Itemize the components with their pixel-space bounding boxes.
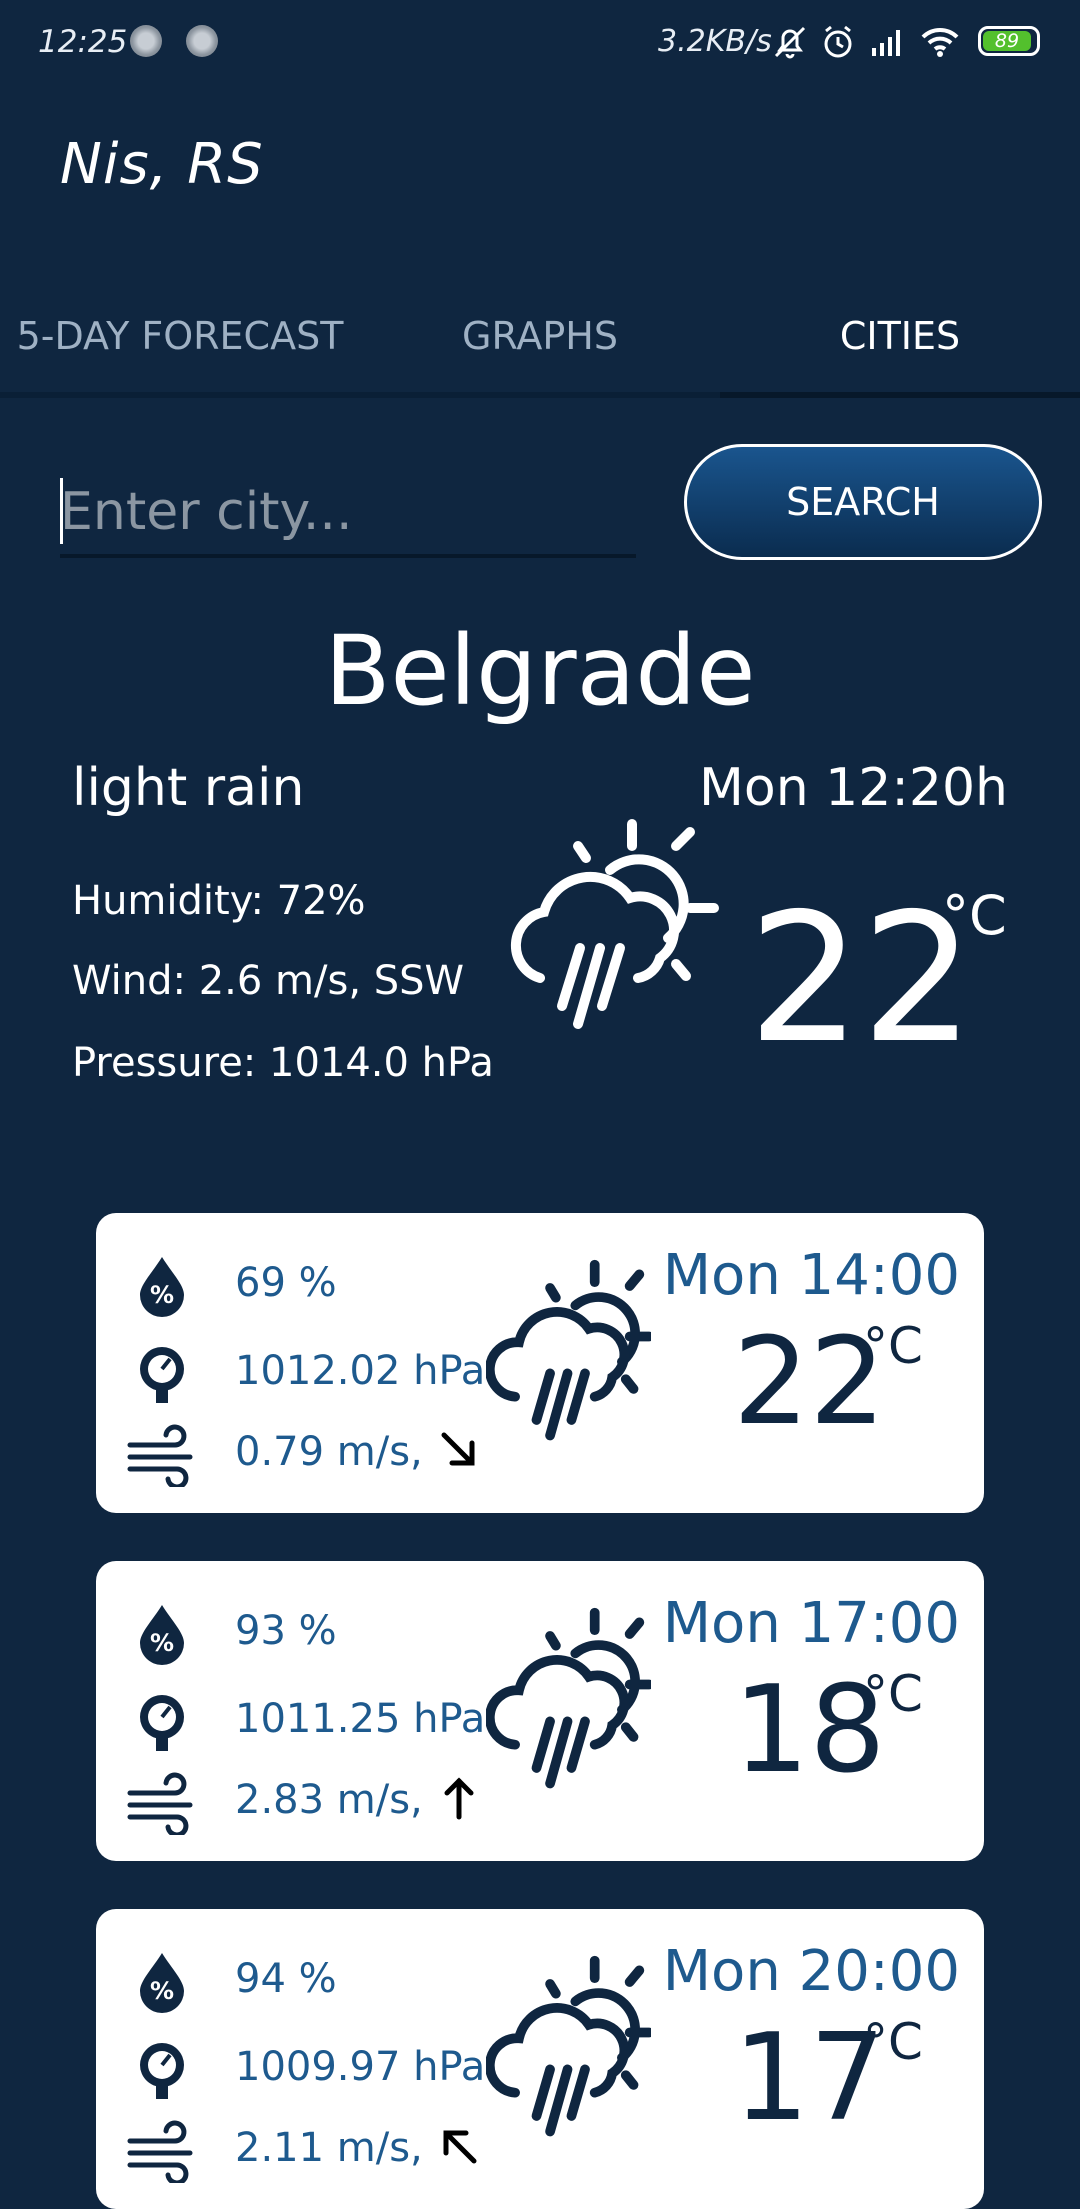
wifi-icon xyxy=(921,27,959,57)
forecast-wind: 0.79 m/s, xyxy=(235,1429,423,1475)
battery-level: 89 xyxy=(983,30,1031,52)
battery-icon: 89 xyxy=(978,26,1040,56)
current-temperature: 22 xyxy=(748,875,975,1082)
forecast-temperature-unit: °C xyxy=(863,1665,923,1723)
app-title: Nis, RS xyxy=(60,132,264,197)
forecast-wind: 2.11 m/s, xyxy=(235,2125,423,2171)
forecast-time: Mon 14:00 xyxy=(662,1243,960,1308)
forecast-pressure: 1011.25 hPa xyxy=(235,1696,486,1742)
forecast-temperature-unit: °C xyxy=(863,1317,923,1375)
alarm-icon xyxy=(824,25,852,58)
rain-sun-icon xyxy=(486,1955,651,2137)
rain-sun-icon xyxy=(486,1259,651,1441)
tab-graphs[interactable]: GRAPHS xyxy=(360,280,720,392)
svg-text:%: % xyxy=(150,1977,174,2005)
humidity-icon: % xyxy=(140,1953,184,2013)
forecast-card: % 94 % 1009.97 hPa 2.11 m/s, Mon 20:00 1… xyxy=(96,1909,984,2209)
forecast-time: Mon 17:00 xyxy=(662,1591,960,1656)
tab-bar: 5-DAY FORECAST GRAPHS CITIES xyxy=(0,280,1080,398)
temperature-unit: °C xyxy=(942,884,1007,947)
wind-label: Wind: 2.6 m/s, SSW xyxy=(72,958,465,1004)
pressure-label: Pressure: 1014.0 hPa xyxy=(72,1040,494,1086)
forecast-pressure: 1012.02 hPa xyxy=(235,1348,486,1394)
forecast-humidity: 69 % xyxy=(235,1260,337,1306)
pressure-gauge-icon xyxy=(140,1695,184,1751)
pressure-gauge-icon xyxy=(140,2043,184,2099)
rain-sun-icon xyxy=(510,819,719,1029)
svg-text:%: % xyxy=(150,1629,174,1657)
wind-icon xyxy=(127,1772,193,1835)
forecast-temperature-unit: °C xyxy=(863,2013,923,2071)
tab-cities[interactable]: CITIES xyxy=(720,280,1080,392)
tab-active-indicator xyxy=(720,392,1080,398)
wind-icon xyxy=(127,2120,193,2183)
rain-sun-icon xyxy=(486,1607,651,1789)
svg-text:%: % xyxy=(150,1281,174,1309)
forecast-humidity: 94 % xyxy=(235,1956,337,2002)
humidity-icon: % xyxy=(140,1605,184,1665)
current-datetime: Mon 12:20h xyxy=(699,758,1008,818)
forecast-wind: 2.83 m/s, xyxy=(235,1777,423,1823)
city-search-input[interactable] xyxy=(60,470,636,558)
forecast-card: % 69 % 1012.02 hPa 0.79 m/s, Mon 14:00 2… xyxy=(96,1213,984,1513)
search-button[interactable]: SEARCH xyxy=(684,444,1042,560)
wind-direction-arrow-icon xyxy=(441,1432,475,1466)
forecast-pressure: 1009.97 hPa xyxy=(235,2044,486,2090)
pressure-gauge-icon xyxy=(140,1347,184,1403)
signal-icon xyxy=(872,30,900,56)
forecast-humidity: 93 % xyxy=(235,1608,337,1654)
humidity-icon: % xyxy=(140,1257,184,1317)
tab-divider xyxy=(0,392,720,398)
mute-bell-icon xyxy=(774,26,806,59)
notification-icon xyxy=(130,25,162,57)
wind-icon xyxy=(127,1424,193,1487)
forecast-time: Mon 20:00 xyxy=(662,1939,960,2004)
status-time: 12:25 xyxy=(38,24,128,60)
network-speed: 3.2KB/s xyxy=(658,24,772,59)
forecast-card: % 93 % 1011.25 hPa 2.83 m/s, Mon 17:00 1… xyxy=(96,1561,984,1861)
wind-direction-arrow-icon xyxy=(444,1777,474,1820)
tab-5-day-forecast[interactable]: 5-DAY FORECAST xyxy=(0,280,360,392)
text-cursor xyxy=(60,478,63,544)
notification-icon xyxy=(186,25,218,57)
humidity-label: Humidity: 72% xyxy=(72,878,366,924)
wind-direction-arrow-icon xyxy=(443,2130,477,2164)
weather-description: light rain xyxy=(72,758,305,818)
city-name: Belgrade xyxy=(324,615,756,727)
